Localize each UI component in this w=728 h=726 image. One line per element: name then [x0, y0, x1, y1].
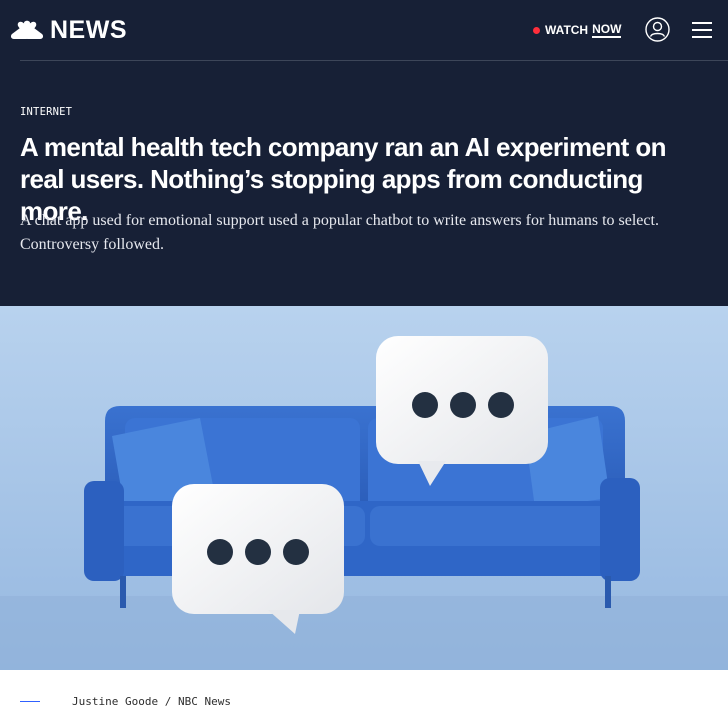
watch-label: WATCH — [545, 23, 589, 37]
credit-accent-rule — [20, 701, 40, 702]
hamburger-menu-icon[interactable] — [692, 21, 712, 39]
article-dek: A chat app used for emotional support us… — [20, 212, 659, 253]
article-hero: NEWS WATCH NOW INTERNET A mental health … — [0, 0, 728, 306]
live-dot-icon — [533, 26, 540, 34]
header-divider — [20, 60, 728, 61]
peacock-icon — [10, 20, 44, 39]
section-label[interactable]: INTERNET — [20, 106, 72, 118]
watch-now-label: NOW — [592, 22, 622, 38]
user-circle-icon[interactable] — [645, 17, 670, 42]
nbc-news-logo[interactable]: NEWS — [10, 15, 127, 45]
watch-now-button[interactable]: WATCH NOW — [533, 21, 622, 39]
couch-with-speech-bubbles-illustration — [0, 306, 728, 670]
image-credit: Justine Goode / NBC News — [72, 695, 231, 708]
article-lead-image — [0, 306, 728, 670]
logo-wordmark: NEWS — [50, 15, 127, 44]
image-credit-row: Justine Goode / NBC News — [0, 670, 728, 726]
top-navigation-bar: NEWS WATCH NOW — [0, 0, 728, 60]
